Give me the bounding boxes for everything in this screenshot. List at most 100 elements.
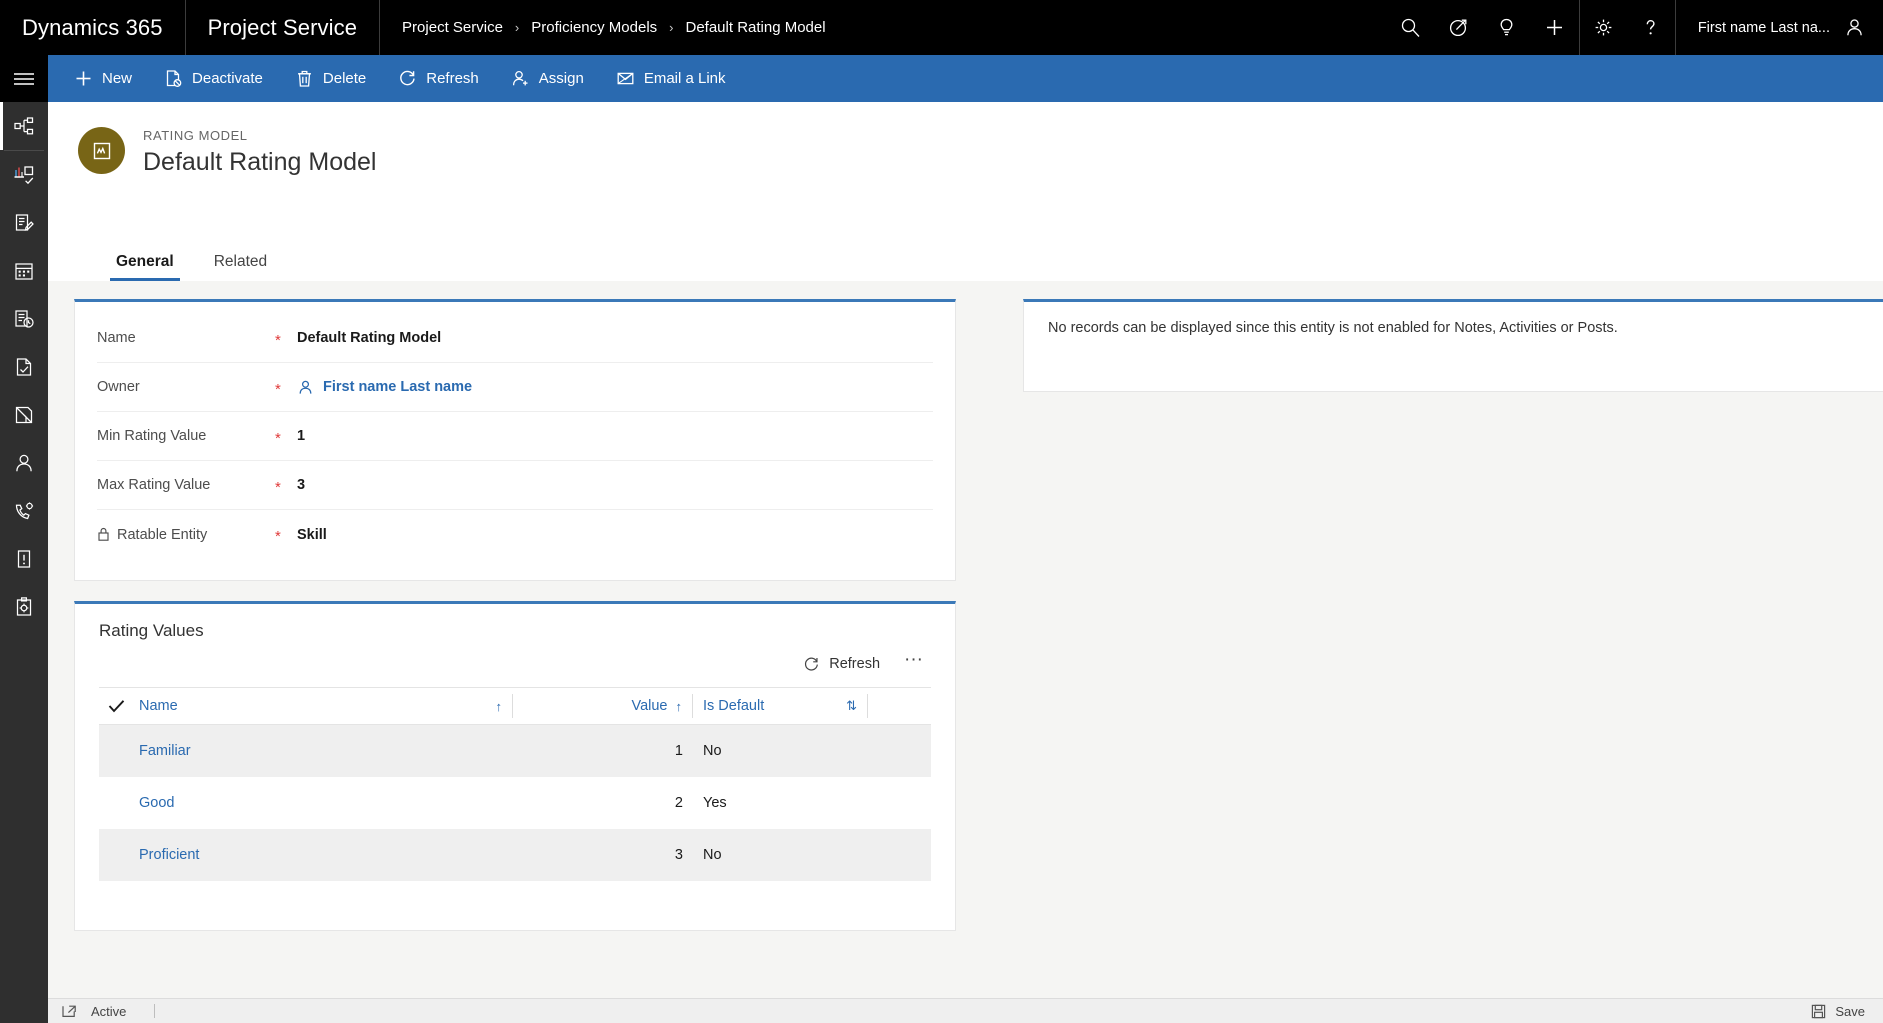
sidebar-item-dashboard[interactable] bbox=[0, 151, 48, 199]
save-button-label: Save bbox=[1835, 1003, 1865, 1019]
subgrid-title: Rating Values bbox=[99, 621, 204, 640]
breadcrumb-item-1[interactable]: Proficiency Models bbox=[531, 19, 657, 36]
sort-ascending-icon: ↑ bbox=[675, 698, 683, 714]
sort-unsorted-icon: ⇅ bbox=[846, 698, 857, 713]
owner-name-label: First name Last name bbox=[323, 379, 473, 395]
form-tab-strip: General Related bbox=[48, 235, 1883, 281]
subgrid-refresh-label: Refresh bbox=[829, 656, 881, 672]
breadcrumb-item-2[interactable]: Default Rating Model bbox=[686, 19, 826, 36]
sidebar-item-archive[interactable] bbox=[0, 391, 48, 439]
sidebar-item-site-map[interactable] bbox=[0, 102, 48, 150]
field-row-max-rating-value: Max Rating Value * 3 bbox=[97, 461, 933, 510]
sidebar-item-alert-document[interactable] bbox=[0, 535, 48, 583]
column-header-is-default[interactable]: Is Default ⇅ bbox=[693, 694, 868, 718]
topnav-spacer bbox=[848, 0, 1387, 55]
record-title-group: RATING MODEL Default Rating Model bbox=[143, 127, 376, 177]
settings-gear-icon[interactable] bbox=[1578, 0, 1627, 55]
table-row[interactable]: Proficient 3 No bbox=[99, 829, 931, 881]
help-icon[interactable] bbox=[1627, 0, 1675, 55]
field-value-min-rating-value[interactable]: 1 bbox=[297, 428, 305, 444]
field-value-owner[interactable]: First name Last name bbox=[297, 379, 472, 396]
deactivate-button[interactable]: Deactivate bbox=[148, 55, 279, 102]
table-row[interactable]: Good 2 Yes bbox=[99, 777, 931, 829]
deactivate-button-label: Deactivate bbox=[192, 70, 263, 87]
required-indicator: * bbox=[275, 331, 281, 349]
select-all-checkmark-icon[interactable] bbox=[99, 699, 133, 713]
field-ratable-entity-text: Ratable Entity bbox=[117, 526, 208, 543]
row-is-default-cell: No bbox=[703, 847, 722, 863]
sidebar-item-contact-person[interactable] bbox=[0, 439, 48, 487]
assign-button-label: Assign bbox=[538, 70, 584, 87]
field-value-max-rating-value[interactable]: 3 bbox=[297, 477, 305, 493]
new-button[interactable]: New bbox=[58, 55, 148, 102]
form-canvas: Name * Default Rating Model Owner * Firs… bbox=[48, 281, 1883, 1023]
sidebar-item-service-phone[interactable] bbox=[0, 487, 48, 535]
field-label-owner: Owner bbox=[97, 379, 275, 395]
rating-values-subgrid: Rating Values Refresh ··· Name ↑ Value ↑… bbox=[74, 601, 956, 931]
new-button-label: New bbox=[102, 70, 133, 87]
record-status-label: Active bbox=[91, 1003, 127, 1019]
save-button[interactable]: Save bbox=[1811, 1004, 1883, 1019]
person-icon bbox=[297, 379, 314, 396]
popout-icon[interactable] bbox=[62, 1004, 77, 1018]
field-value-name[interactable]: Default Rating Model bbox=[297, 330, 441, 346]
subgrid-refresh-button[interactable]: Refresh bbox=[793, 652, 890, 677]
insights-icon[interactable] bbox=[1483, 0, 1531, 55]
sidebar-item-clipboard-settings[interactable] bbox=[0, 583, 48, 631]
required-indicator: * bbox=[275, 478, 281, 496]
field-label-name: Name bbox=[97, 330, 275, 346]
breadcrumb-item-0[interactable]: Project Service bbox=[402, 19, 503, 36]
avatar bbox=[1844, 17, 1865, 38]
sidebar-item-calendar[interactable] bbox=[0, 247, 48, 295]
app-name[interactable]: Project Service bbox=[186, 0, 381, 55]
sidebar-item-edit-document[interactable] bbox=[0, 199, 48, 247]
field-row-owner: Owner * First name Last name bbox=[97, 363, 933, 412]
field-row-name: Name * Default Rating Model bbox=[97, 314, 933, 363]
row-name-link[interactable]: Familiar bbox=[133, 743, 513, 759]
required-indicator: * bbox=[275, 429, 281, 447]
record-entity-label: RATING MODEL bbox=[143, 128, 248, 143]
assistant-icon[interactable] bbox=[1435, 0, 1483, 55]
search-icon[interactable] bbox=[1387, 0, 1435, 55]
delete-button-label: Delete bbox=[322, 70, 367, 87]
field-label-min-rating-value: Min Rating Value bbox=[97, 428, 275, 444]
refresh-button[interactable]: Refresh bbox=[382, 55, 495, 102]
column-header-value[interactable]: Value ↑ bbox=[513, 694, 693, 718]
page-title: Default Rating Model bbox=[143, 148, 377, 176]
field-value-ratable-entity: Skill bbox=[297, 526, 327, 543]
field-label-max-rating-value: Max Rating Value bbox=[97, 477, 275, 493]
status-bar: Active Save bbox=[48, 998, 1883, 1023]
delete-button[interactable]: Delete bbox=[279, 55, 382, 102]
assign-button[interactable]: Assign bbox=[495, 55, 600, 102]
trash-icon bbox=[295, 69, 314, 88]
notes-empty-message: No records can be displayed since this e… bbox=[1048, 320, 1618, 336]
row-value-cell: 2 bbox=[674, 795, 683, 811]
column-header-name[interactable]: Name ↑ bbox=[133, 694, 513, 718]
top-navigation-bar: Dynamics 365 Project Service Project Ser… bbox=[0, 0, 1883, 55]
refresh-icon bbox=[803, 656, 820, 673]
email-a-link-button[interactable]: Email a Link bbox=[600, 55, 742, 102]
sidebar-item-document-check[interactable] bbox=[0, 343, 48, 391]
notes-panel: No records can be displayed since this e… bbox=[1023, 299, 1883, 392]
sidebar-item-time-report[interactable] bbox=[0, 295, 48, 343]
table-row[interactable]: Familiar 1 No bbox=[99, 725, 931, 777]
row-is-default-cell: Yes bbox=[703, 795, 727, 811]
hamburger-menu-icon[interactable] bbox=[0, 55, 48, 102]
field-label-ratable-entity: Ratable Entity bbox=[97, 527, 275, 543]
row-name-link[interactable]: Proficient bbox=[133, 847, 513, 863]
user-menu[interactable]: First name Last na... bbox=[1674, 0, 1883, 55]
subgrid-header-row: Name ↑ Value ↑ Is Default ⇅ bbox=[99, 687, 931, 725]
status-bar-divider bbox=[154, 1004, 156, 1018]
row-name-link[interactable]: Good bbox=[133, 795, 513, 811]
plus-icon bbox=[74, 69, 93, 88]
dynamics-brand[interactable]: Dynamics 365 bbox=[0, 0, 186, 55]
topnav-icon-group: First name Last na... bbox=[1387, 0, 1883, 55]
chevron-right-icon: › bbox=[669, 20, 674, 35]
quick-create-icon[interactable] bbox=[1531, 0, 1579, 55]
subgrid-more-commands-button[interactable]: ··· bbox=[896, 650, 931, 673]
tab-related[interactable]: Related bbox=[208, 253, 273, 281]
tab-general[interactable]: General bbox=[110, 253, 180, 281]
email-a-link-button-label: Email a Link bbox=[643, 70, 726, 87]
rail-bottom-filler bbox=[0, 998, 48, 1023]
field-min-rating-text: Min Rating Value bbox=[97, 428, 207, 444]
